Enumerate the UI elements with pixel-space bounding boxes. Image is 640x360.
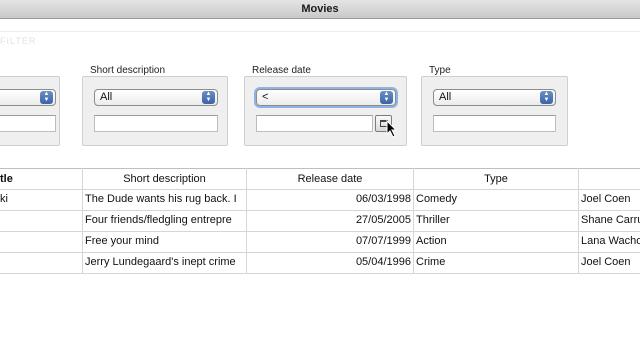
short-description-input[interactable] — [94, 115, 218, 132]
cell-type[interactable]: Crime — [416, 252, 576, 273]
release-date-input[interactable] — [256, 115, 373, 132]
cell-short-description[interactable]: Free your mind — [85, 231, 245, 252]
cell-title[interactable] — [0, 252, 80, 273]
release-date-label: Release date — [252, 65, 311, 76]
release-date-operator-combo[interactable]: < ▲ ▼ — [256, 89, 396, 106]
type-filter-group — [421, 76, 568, 146]
cell-director[interactable]: Shane Carru — [581, 210, 640, 231]
title-filter-combo[interactable]: ▲ ▼ — [0, 89, 56, 106]
cell-type[interactable]: Action — [416, 231, 576, 252]
title-filter-group — [0, 76, 60, 146]
cell-short-description[interactable]: The Dude wants his rug back. I — [85, 189, 245, 210]
short-description-combo[interactable]: All ▲ ▼ — [94, 89, 218, 106]
cell-title[interactable] — [0, 231, 80, 252]
separator — [0, 31, 640, 32]
short-description-label: Short description — [90, 65, 166, 76]
cell-release-date[interactable]: 07/07/1999 — [249, 231, 411, 252]
column-header-short-description[interactable]: Short description — [83, 173, 246, 185]
type-input[interactable] — [433, 115, 556, 132]
short-description-filter-group — [82, 76, 228, 146]
column-divider — [413, 168, 414, 274]
type-combo[interactable]: All ▲ ▼ — [433, 89, 556, 106]
column-divider — [82, 168, 83, 274]
release-date-combo-value: < — [262, 91, 269, 103]
cell-short-description[interactable]: Jerry Lundegaard's inept crime — [85, 252, 245, 273]
cell-director[interactable]: Lana Wacho — [581, 231, 640, 252]
cell-release-date[interactable]: 27/05/2005 — [249, 210, 411, 231]
column-header-title[interactable]: tle — [0, 173, 20, 185]
updown-arrows-icon: ▲ ▼ — [202, 91, 215, 104]
cell-type[interactable]: Thriller — [416, 210, 576, 231]
cell-director[interactable]: Joel Coen — [581, 252, 640, 273]
column-divider — [246, 168, 247, 274]
mouse-pointer-icon — [386, 120, 398, 138]
cell-short-description[interactable]: Four friends/fledgling entrepre — [85, 210, 245, 231]
column-header-release-date[interactable]: Release date — [247, 173, 413, 185]
type-combo-value: All — [439, 91, 452, 103]
release-date-filter-group — [244, 76, 407, 146]
cell-director[interactable]: Joel Coen — [581, 189, 640, 210]
column-divider — [578, 168, 579, 274]
updown-arrows-icon: ▲ ▼ — [380, 91, 393, 104]
type-label: Type — [429, 65, 451, 76]
updown-arrows-icon: ▲ ▼ — [40, 91, 53, 104]
cell-type[interactable]: Comedy — [416, 189, 576, 210]
short-description-combo-value: All — [100, 91, 113, 103]
cell-title[interactable]: ki — [0, 189, 80, 210]
cell-release-date[interactable]: 06/03/1998 — [249, 189, 411, 210]
row-divider — [0, 273, 640, 274]
title-filter-input[interactable] — [0, 115, 56, 132]
window-title: Movies — [301, 3, 339, 15]
updown-arrows-icon: ▲ ▼ — [540, 91, 553, 104]
column-header-type[interactable]: Type — [414, 173, 578, 185]
window-title-bar: Movies — [0, 0, 640, 19]
cell-title[interactable] — [0, 210, 80, 231]
table-top-border — [0, 168, 640, 169]
cell-release-date[interactable]: 05/04/1996 — [249, 252, 411, 273]
filter-hint: FILTER — [0, 36, 37, 46]
